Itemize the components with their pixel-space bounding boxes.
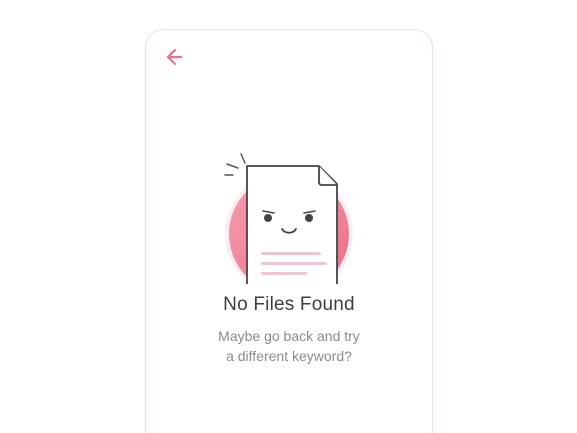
arrow-left-icon bbox=[166, 48, 183, 66]
message-line-2: a different keyword? bbox=[226, 348, 352, 364]
sad-document-illustration bbox=[223, 118, 359, 284]
sad-document-icon bbox=[224, 153, 353, 284]
page: No Files Found Maybe go back and try a d… bbox=[0, 0, 577, 433]
empty-state-card: No Files Found Maybe go back and try a d… bbox=[145, 29, 433, 433]
empty-state-title: No Files Found bbox=[223, 294, 355, 315]
empty-state-message: Maybe go back and try a different keywor… bbox=[146, 326, 432, 366]
back-button[interactable] bbox=[162, 46, 184, 68]
message-line-1: Maybe go back and try bbox=[218, 328, 360, 344]
